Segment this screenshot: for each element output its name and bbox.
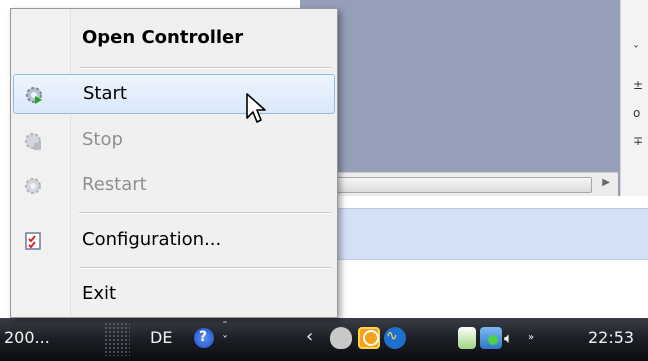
gear-stop-icon bbox=[23, 131, 43, 151]
background-selection-band bbox=[300, 208, 648, 260]
scrollbar-thumb[interactable] bbox=[320, 177, 592, 193]
menu-item-label: Open Controller bbox=[82, 27, 244, 48]
help-icon[interactable]: ? bbox=[194, 328, 214, 348]
menu-item-label: Restart bbox=[82, 174, 147, 195]
language-indicator[interactable]: DE bbox=[150, 328, 172, 347]
taskbar-window-button[interactable]: 200... bbox=[4, 328, 50, 347]
menu-separator bbox=[79, 212, 331, 214]
menu-item-label: Start bbox=[83, 83, 127, 104]
menu-item-exit[interactable]: Exit bbox=[13, 275, 335, 315]
menu-item-stop[interactable]: Stop bbox=[13, 121, 335, 161]
language-bar-options-icon[interactable]: ˉˇ bbox=[222, 320, 228, 348]
vertical-scrollbar[interactable] bbox=[620, 0, 648, 196]
menu-item-configuration[interactable]: Configuration... bbox=[13, 221, 335, 261]
taskbar: 200... DE ? ˉˇ ‹ ∿ 🔈︎ » 22:53 bbox=[0, 318, 648, 361]
scroll-caret-icon[interactable]: ˇ bbox=[633, 44, 639, 58]
scroll-circle-icon[interactable]: o bbox=[633, 106, 640, 120]
volume-icon[interactable]: 🔈︎ bbox=[504, 329, 513, 347]
heart-icon[interactable] bbox=[330, 327, 352, 349]
context-menu: Open Controller Start Stop Restart Confi… bbox=[10, 8, 338, 318]
taskbar-grip[interactable] bbox=[104, 322, 130, 356]
menu-item-restart[interactable]: Restart bbox=[13, 166, 335, 206]
network-icon[interactable] bbox=[480, 327, 502, 349]
menu-separator bbox=[79, 67, 331, 69]
pulse-icon[interactable]: ∿ bbox=[384, 327, 406, 349]
gear-start-icon bbox=[24, 85, 44, 105]
menu-item-label: Exit bbox=[82, 283, 117, 304]
mouse-pointer-icon bbox=[246, 93, 266, 123]
background-panel bbox=[300, 0, 620, 196]
menu-separator bbox=[79, 267, 331, 269]
gear-restart-icon bbox=[23, 176, 43, 196]
scroll-right-icon[interactable]: ▶ bbox=[602, 177, 610, 188]
chevron-left-icon[interactable]: ‹ bbox=[306, 326, 313, 347]
horizontal-scrollbar[interactable]: ▶ bbox=[300, 172, 618, 196]
checklist-icon bbox=[23, 231, 43, 251]
menu-item-start[interactable]: Start bbox=[13, 74, 335, 114]
menu-item-label: Configuration... bbox=[82, 229, 222, 250]
scroll-down-icon[interactable]: ∓ bbox=[633, 134, 643, 148]
volume-waves-icon: » bbox=[528, 332, 535, 343]
clock-icon[interactable] bbox=[358, 327, 380, 349]
menu-item-open-controller[interactable]: Open Controller bbox=[13, 19, 335, 59]
clock[interactable]: 22:53 bbox=[588, 328, 634, 347]
menu-item-label: Stop bbox=[82, 129, 123, 150]
usb-icon[interactable] bbox=[458, 327, 476, 349]
scroll-up-icon[interactable]: ± bbox=[633, 78, 643, 92]
